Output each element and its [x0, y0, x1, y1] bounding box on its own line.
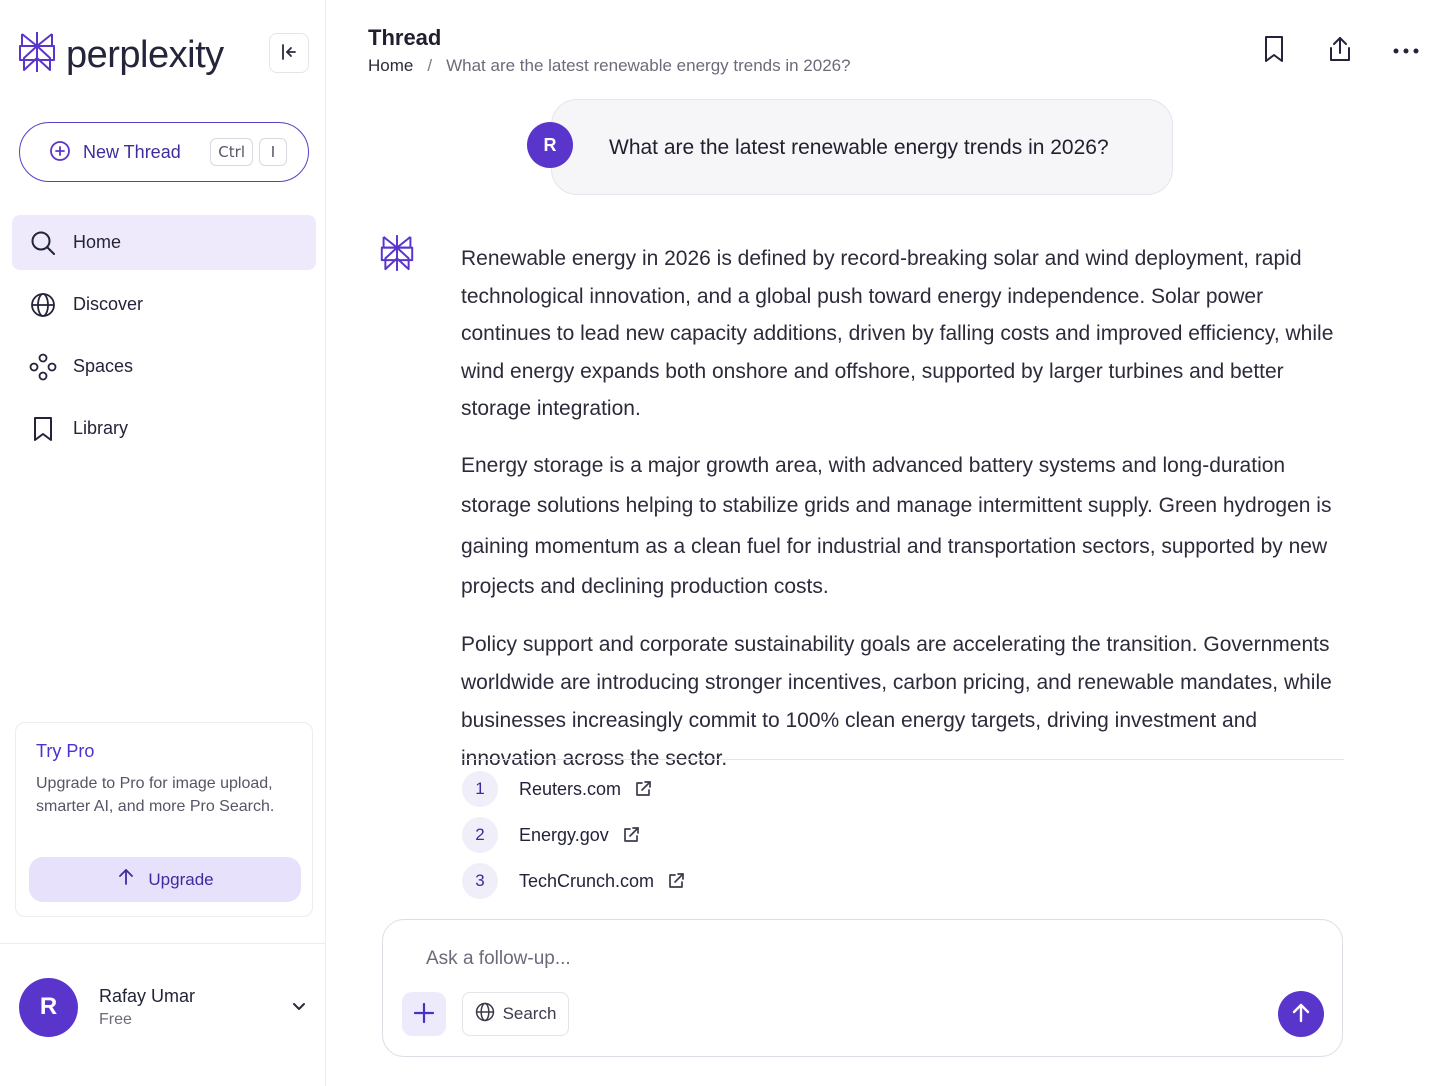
thread-actions [1258, 32, 1422, 68]
new-thread-button[interactable]: New Thread Ctrl I [19, 122, 309, 182]
shortcut-key-ctrl: Ctrl [210, 138, 253, 166]
search-icon [29, 229, 57, 257]
submit-button[interactable] [1278, 991, 1324, 1037]
breadcrumb-separator: / [427, 56, 433, 75]
sidebar: perplexity New Thread Ctrl I Home Discov… [0, 0, 326, 1086]
attach-button[interactable] [402, 992, 446, 1036]
source-name[interactable]: Reuters.com [519, 779, 621, 800]
source-number: 2 [462, 817, 498, 853]
collapse-left-icon [279, 42, 299, 65]
question-text: What are the latest renewable energy tre… [609, 136, 1109, 159]
source-number: 3 [462, 863, 498, 899]
globe-icon [475, 1002, 495, 1027]
brand-name: perplexity [66, 33, 224, 76]
follow-up-input[interactable] [426, 946, 1276, 972]
source-number: 1 [462, 771, 498, 807]
user-info: Rafay Umar Free [99, 986, 195, 1029]
sidebar-item-spaces[interactable]: Spaces [12, 339, 316, 394]
external-link-icon[interactable] [634, 780, 652, 798]
user-plan: Free [99, 1010, 132, 1028]
source-list: 1 Reuters.com 2 Energy.gov 3 TechCrunch.… [462, 771, 685, 909]
answer-paragraph: Renewable energy in 2026 is defined by r… [461, 247, 1334, 420]
new-thread-label: New Thread [83, 141, 181, 162]
upgrade-label: Upgrade [148, 869, 214, 889]
arrow-up-icon [1290, 1002, 1312, 1027]
bookmark-button[interactable] [1258, 32, 1290, 68]
try-pro-title: Try Pro [36, 741, 95, 761]
shortcut-key-i: I [259, 138, 287, 166]
source-item[interactable]: 1 Reuters.com [462, 771, 685, 807]
answer-divider [462, 759, 1344, 760]
source-item[interactable]: 2 Energy.gov [462, 817, 685, 853]
sidebar-divider [0, 943, 326, 944]
sidebar-item-label: Home [73, 232, 122, 252]
sidebar-item-home[interactable]: Home [12, 215, 316, 270]
source-item[interactable]: 3 TechCrunch.com [462, 863, 685, 899]
more-icon [1393, 43, 1419, 58]
bookmark-icon [29, 415, 57, 443]
chevron-down-icon[interactable] [290, 997, 308, 1020]
sidebar-item-label: Spaces [73, 356, 134, 376]
plus-circle-icon [49, 140, 71, 165]
shortcut-hint: Ctrl I [210, 138, 287, 166]
sidebar-item-discover[interactable]: Discover [12, 277, 316, 332]
sidebar-item-label: Discover [73, 294, 144, 314]
avatar: R [527, 122, 573, 168]
user-account[interactable]: R Rafay Umar Free [19, 977, 314, 1037]
search-mode-button[interactable]: Search [462, 992, 569, 1036]
answer-paragraph: Energy storage is a major growth area, w… [461, 453, 1332, 599]
brand-logo[interactable]: perplexity [18, 30, 224, 79]
breadcrumb-current: What are the latest renewable energy tre… [446, 56, 851, 75]
sidebar-item-library[interactable]: Library [12, 401, 316, 456]
globe-icon [29, 291, 57, 319]
collapse-sidebar-button[interactable] [269, 33, 309, 73]
avatar: R [19, 977, 78, 1037]
share-button[interactable] [1324, 32, 1356, 68]
source-name[interactable]: TechCrunch.com [519, 871, 654, 892]
upgrade-button[interactable]: Upgrade [29, 857, 301, 902]
sidebar-item-label: Library [73, 418, 129, 438]
search-mode-label: Search [502, 1004, 557, 1023]
try-pro-description: Upgrade to Pro for image upload, smarter… [36, 775, 275, 815]
user-name: Rafay Umar [99, 985, 196, 1006]
sidebar-nav: Home Discover Spaces Library [12, 215, 316, 463]
plus-icon [413, 1002, 435, 1027]
perplexity-logo-icon [18, 30, 56, 79]
answer-paragraph: Policy support and corporate sustainabil… [461, 632, 1332, 770]
answer-body: Renewable energy in 2026 is defined by r… [461, 240, 1351, 778]
external-link-icon[interactable] [622, 826, 640, 844]
source-name[interactable]: Energy.gov [519, 825, 609, 846]
bookmark-icon [1263, 35, 1285, 66]
breadcrumb: Home / What are the latest renewable ene… [368, 56, 851, 76]
try-pro-card: Try Pro Upgrade to Pro for image upload,… [15, 722, 313, 917]
external-link-icon[interactable] [667, 872, 685, 890]
page-title: Thread [368, 25, 442, 50]
follow-up-composer: Search [382, 919, 1343, 1057]
perplexity-logo-icon [380, 233, 414, 278]
more-options-button[interactable] [1390, 32, 1422, 68]
breadcrumb-home[interactable]: Home [368, 56, 413, 76]
share-icon [1327, 35, 1353, 66]
arrow-up-right-icon [116, 867, 136, 892]
spaces-icon [29, 353, 57, 381]
main-content: Thread Home / What are the latest renewa… [327, 0, 1448, 1086]
